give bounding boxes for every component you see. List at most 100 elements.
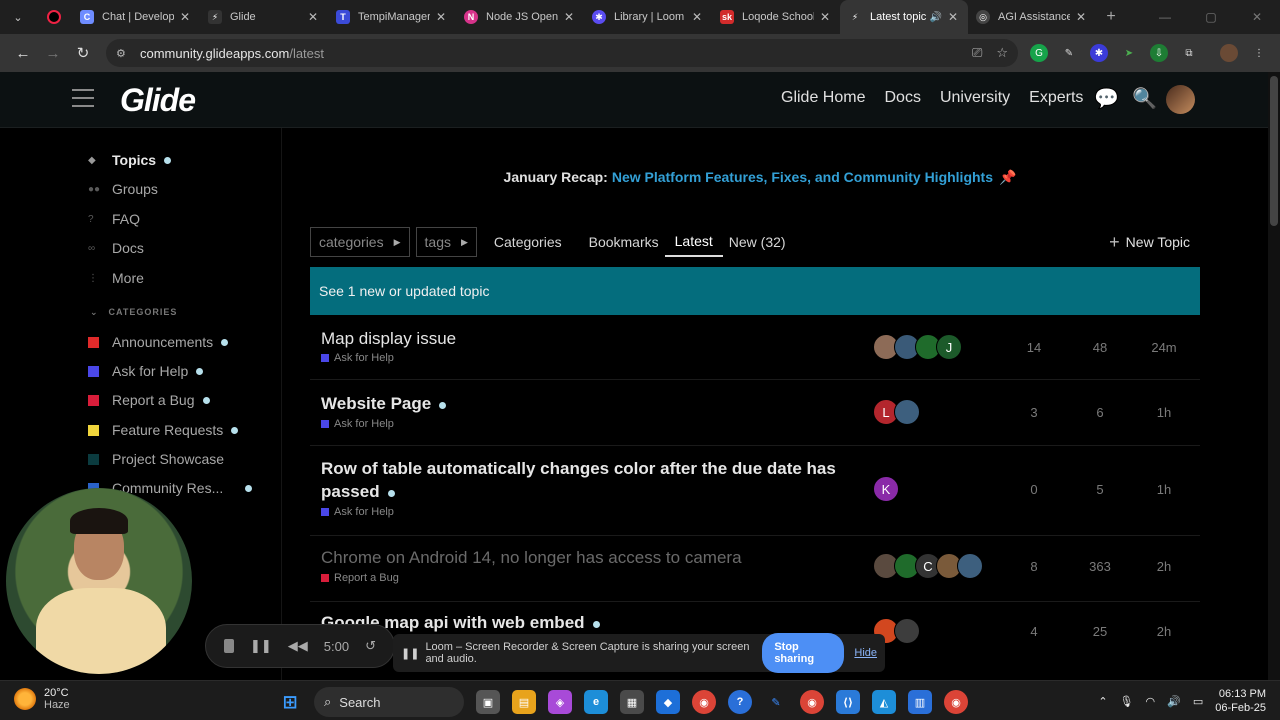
new-tab-icon[interactable]: + xyxy=(1096,8,1126,26)
close-window-icon[interactable]: ✕ xyxy=(1234,0,1280,34)
close-icon[interactable]: ✕ xyxy=(690,10,704,24)
scrollbar-thumb[interactable] xyxy=(1270,76,1278,226)
close-icon[interactable]: ✕ xyxy=(306,10,320,24)
header-link-experts[interactable]: Experts xyxy=(1029,89,1083,107)
close-icon[interactable]: ✕ xyxy=(818,10,832,24)
topic-category[interactable]: Ask for Help xyxy=(321,352,394,364)
back-icon[interactable]: ← xyxy=(8,38,38,68)
windows-start-icon[interactable]: ⊞ xyxy=(278,690,302,714)
sidebar-item-faq[interactable]: ? FAQ xyxy=(88,207,140,231)
hide-share-bar-link[interactable]: Hide xyxy=(854,647,877,659)
site-info-icon[interactable]: ⚙ xyxy=(116,47,132,60)
microphone-icon[interactable]: 🎙 xyxy=(1120,695,1134,708)
activity-time[interactable]: 2h xyxy=(1144,559,1184,574)
file-explorer-icon[interactable]: ▤ xyxy=(512,690,536,714)
audio-icon[interactable]: 🔊 xyxy=(930,12,942,23)
clock[interactable]: 06:13 PM 06-Feb-25 xyxy=(1215,687,1266,715)
browser-tab[interactable]: ◎ AGI Assistance ✕ xyxy=(968,0,1096,34)
vscode-icon[interactable]: ⟨⟩ xyxy=(836,690,860,714)
chrome-icon[interactable]: ◉ xyxy=(800,690,824,714)
categories-dropdown[interactable]: categories ▶ xyxy=(310,227,410,257)
pause-icon[interactable]: ❚❚ xyxy=(250,638,272,654)
header-link-docs[interactable]: Docs xyxy=(884,89,920,107)
sidebar-category[interactable]: Ask for Help xyxy=(88,359,204,383)
glide-logo[interactable]: Glide xyxy=(120,82,196,119)
puzzle-icon[interactable]: ⧉ xyxy=(1180,44,1198,62)
close-icon[interactable]: ✕ xyxy=(1074,10,1088,24)
tags-dropdown[interactable]: tags ▶ xyxy=(415,227,477,257)
topic-category[interactable]: Report a Bug xyxy=(321,572,399,584)
stop-icon[interactable] xyxy=(224,639,234,653)
browser-tab[interactable]: ✱ Library | Loom ✕ xyxy=(584,0,712,34)
tab-latest[interactable]: Latest xyxy=(664,227,723,257)
reload-icon[interactable]: ↻ xyxy=(68,38,98,68)
sidebar-category[interactable]: Feature Requests xyxy=(88,418,239,442)
topic-title[interactable]: Row of table automatically changes color… xyxy=(321,457,851,503)
avatar[interactable]: K xyxy=(873,476,899,502)
browser-tab[interactable]: sk Loqode School ✕ xyxy=(712,0,840,34)
close-icon[interactable]: ✕ xyxy=(562,10,576,24)
user-avatar[interactable] xyxy=(1166,85,1195,114)
browser-tab[interactable]: C Chat | Develop ✕ xyxy=(72,0,200,34)
wifi-icon[interactable]: ◠ xyxy=(1146,695,1156,708)
categories-header[interactable]: ⌄ CATEGORIES xyxy=(90,306,187,318)
topic-title[interactable]: Google map api with web embed xyxy=(321,611,851,634)
avatar[interactable]: J xyxy=(936,334,962,360)
page-scrollbar[interactable] xyxy=(1268,72,1280,680)
app-icon[interactable]: ◭ xyxy=(872,690,896,714)
rewind-icon[interactable]: ◀◀ xyxy=(288,638,308,654)
defender-icon[interactable]: ◆ xyxy=(656,690,680,714)
chevron-up-icon[interactable]: ⌃ xyxy=(1098,695,1107,708)
topic-title[interactable]: Map display issue xyxy=(321,327,851,350)
activity-time[interactable]: 2h xyxy=(1144,624,1184,639)
battery-icon[interactable]: ▭ xyxy=(1193,695,1203,708)
activity-time[interactable]: 1h xyxy=(1144,482,1184,497)
stop-sharing-button[interactable]: Stop sharing xyxy=(762,633,845,673)
edge-icon[interactable]: e xyxy=(584,690,608,714)
sidebar-category[interactable]: Announcements xyxy=(88,330,229,354)
sidebar-item-groups[interactable]: ●● Groups xyxy=(88,177,158,201)
browser-tab[interactable]: N Node JS Open ✕ xyxy=(456,0,584,34)
avatar[interactable] xyxy=(957,553,983,579)
table-row[interactable]: Map display issue Ask for Help J 14 48 2… xyxy=(310,316,1200,380)
avatar[interactable] xyxy=(894,399,920,425)
maximize-icon[interactable]: ▢ xyxy=(1188,0,1234,34)
restart-icon[interactable]: ↺ xyxy=(365,638,376,654)
new-topics-alert[interactable]: See 1 new or updated topic xyxy=(310,267,1200,315)
minimize-icon[interactable]: — xyxy=(1142,0,1188,34)
tab-bookmarks[interactable]: Bookmarks xyxy=(589,227,659,257)
close-icon[interactable]: ✕ xyxy=(434,10,448,24)
activity-time[interactable]: 24m xyxy=(1144,340,1184,355)
loom-camera-bubble[interactable] xyxy=(6,488,192,674)
tab-new[interactable]: New (32) xyxy=(729,227,786,257)
header-link-university[interactable]: University xyxy=(940,89,1010,107)
table-row[interactable]: Chrome on Android 14, no longer has acce… xyxy=(310,536,1200,602)
sidebar-category[interactable]: Project Showcase xyxy=(88,447,224,471)
new-topic-button[interactable]: + New Topic xyxy=(1099,227,1200,257)
header-link-glide-home[interactable]: Glide Home xyxy=(781,89,865,107)
sidebar-item-docs[interactable]: ∞ Docs xyxy=(88,236,144,260)
weather-widget[interactable]: 20°C Haze xyxy=(14,687,70,711)
copilot-icon[interactable]: ◈ xyxy=(548,690,572,714)
sidebar-item-topics[interactable]: ◆ Topics xyxy=(88,148,172,172)
menu-dots-icon[interactable]: ⋮ xyxy=(1250,44,1268,62)
volume-icon[interactable]: 🔊 xyxy=(1167,695,1181,708)
topic-title[interactable]: Website Page xyxy=(321,392,851,415)
table-row[interactable]: Website Page Ask for Help L 3 6 1h xyxy=(310,380,1200,446)
search-icon[interactable]: 🔍 xyxy=(1132,86,1157,111)
browser-tab[interactable]: ⚡ Glide ✕ xyxy=(200,0,328,34)
avatar[interactable] xyxy=(894,618,920,644)
table-row[interactable]: Row of table automatically changes color… xyxy=(310,446,1200,536)
banner-link[interactable]: New Platform Features, Fixes, and Commun… xyxy=(612,169,993,185)
hamburger-menu-icon[interactable] xyxy=(72,89,94,107)
taskbar-search[interactable]: ⌕ Search xyxy=(314,687,464,717)
chrome-icon[interactable]: ◉ xyxy=(692,690,716,714)
sidebar-item-more[interactable]: ⋮ More xyxy=(88,266,144,290)
topic-title[interactable]: Chrome on Android 14, no longer has acce… xyxy=(321,546,851,569)
task-view-icon[interactable]: ▣ xyxy=(476,690,500,714)
grammarly-icon[interactable]: G xyxy=(1030,44,1048,62)
extension-icon[interactable]: ➤ xyxy=(1120,44,1138,62)
topic-category[interactable]: Ask for Help xyxy=(321,506,394,518)
store-icon[interactable]: ▦ xyxy=(620,690,644,714)
browser-tab[interactable]: T TempiManager ✕ xyxy=(328,0,456,34)
